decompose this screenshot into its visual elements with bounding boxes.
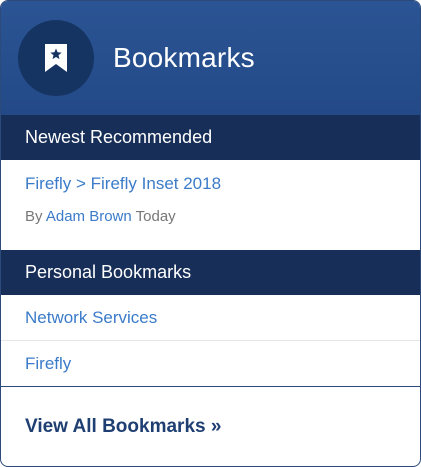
widget-title: Bookmarks <box>113 42 255 73</box>
recommended-link[interactable]: Firefly > Firefly Inset 2018 <box>25 174 396 194</box>
bookmarks-widget: Bookmarks Newest Recommended Firefly > F… <box>0 0 421 467</box>
bookmark-icon-badge <box>18 20 94 96</box>
bookmark-item-network-services[interactable]: Network Services <box>1 295 420 341</box>
by-label: By <box>25 208 43 225</box>
recommended-item: Firefly > Firefly Inset 2018 By Adam Bro… <box>1 160 420 250</box>
view-all-bookmarks-link[interactable]: View All Bookmarks » <box>25 416 221 438</box>
bookmark-item-firefly[interactable]: Firefly <box>1 341 420 387</box>
personal-bookmarks-heading: Personal Bookmarks <box>1 250 420 295</box>
widget-footer: View All Bookmarks » <box>1 387 420 466</box>
newest-recommended-heading: Newest Recommended <box>1 115 420 160</box>
widget-header: Bookmarks <box>1 1 420 115</box>
recommended-meta: By Adam Brown Today <box>25 208 396 226</box>
bookmark-star-icon <box>45 44 67 72</box>
recommended-time: Today <box>135 208 176 225</box>
author-link[interactable]: Adam Brown <box>46 208 132 225</box>
